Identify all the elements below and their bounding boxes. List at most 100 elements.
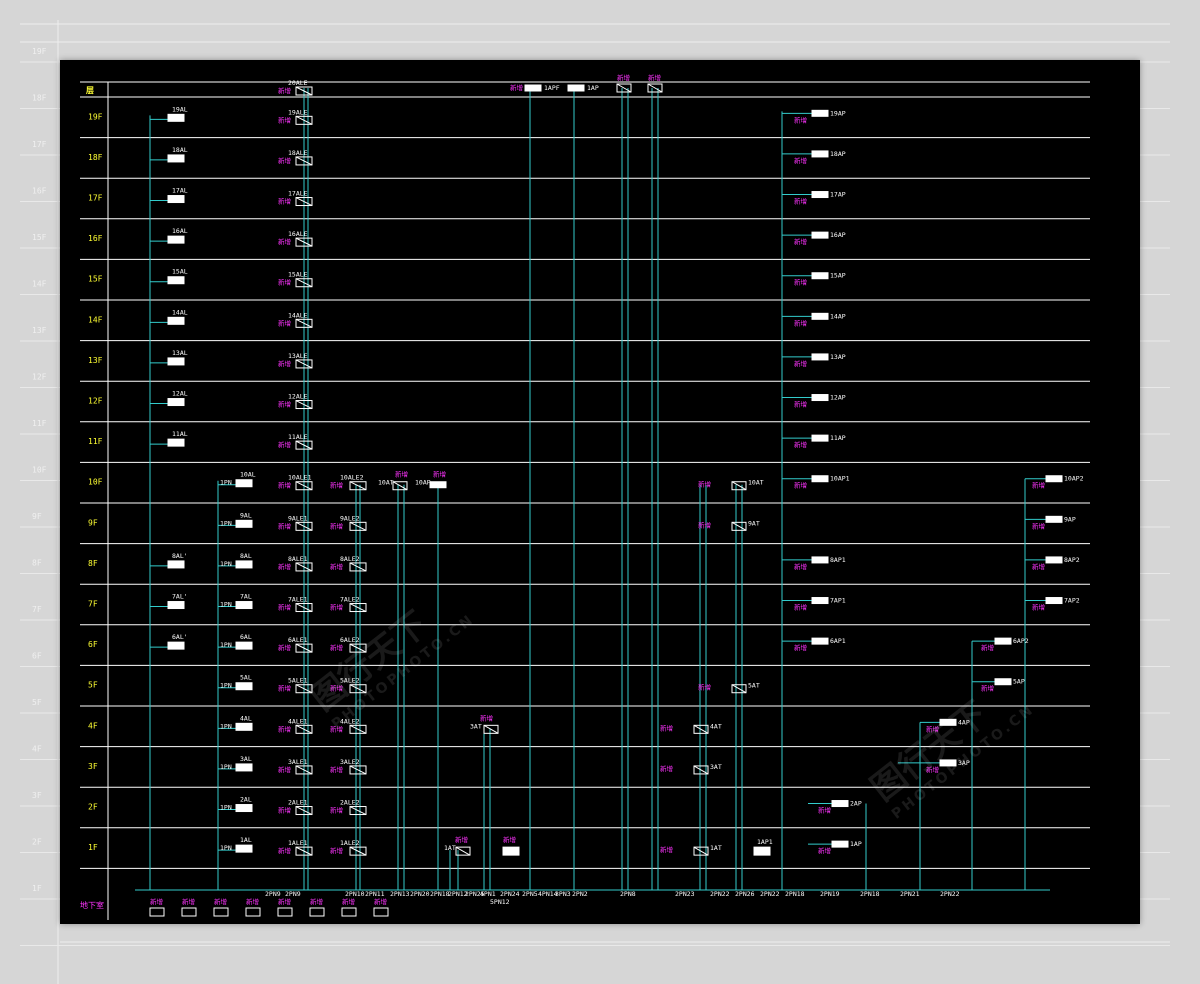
panel-box-diag <box>349 765 367 775</box>
panel-label: 3ALE2 <box>340 758 360 766</box>
panel-box <box>502 846 520 856</box>
panel-box <box>167 316 185 325</box>
panel-box-diag <box>392 481 408 491</box>
panel-box <box>235 682 253 691</box>
panel-label: 19AP <box>830 109 846 117</box>
bg-floor-label: 11F <box>32 419 47 428</box>
magenta-label: 新增 <box>1032 481 1045 490</box>
magenta-label: 新增 <box>617 73 630 82</box>
bg-floor-label: 10F <box>32 466 47 475</box>
bus-label: 2PN2 <box>572 890 588 898</box>
panel-label: 10AP2 <box>1064 475 1084 483</box>
panel-box <box>167 438 185 447</box>
panel-label: 8AL <box>240 552 252 560</box>
bus-label: 2PN19 <box>820 890 840 898</box>
magenta-label: 新增 <box>278 897 291 906</box>
magenta-label: 新增 <box>278 684 291 693</box>
panel-label: 17AL <box>172 187 188 195</box>
panel-box-diag <box>731 481 747 491</box>
panel-label: 6AL <box>240 633 252 641</box>
magenta-label: 新增 <box>330 603 343 612</box>
panel-label: 7ALE2 <box>340 596 360 604</box>
bus-label: 2PN23 <box>675 890 695 898</box>
magenta-label: 新增 <box>926 724 939 733</box>
bus-label: 2PN24 <box>500 890 520 898</box>
magenta-label: 新增 <box>278 521 291 530</box>
magenta-label: 新增 <box>794 156 807 165</box>
panel-prefix: 1PN <box>220 601 232 609</box>
floor-label: 5F <box>88 681 98 690</box>
panel-label: 4AT <box>710 722 722 730</box>
bus-label: 2PN18 <box>430 890 450 898</box>
bus-label: 4PN1 <box>480 890 496 898</box>
panel-label: 2AP <box>850 800 862 808</box>
panel-box-diag <box>616 83 632 93</box>
panel-label: 12AL <box>172 390 188 398</box>
magenta-label: 新增 <box>278 115 291 124</box>
panel-label: 1APF <box>544 84 560 92</box>
magenta-label: 新增 <box>330 684 343 693</box>
panel-label: 20ALE <box>288 79 308 87</box>
panel-box <box>811 272 829 280</box>
bus-label: 3PN3 <box>555 890 571 898</box>
magenta-label: 新增 <box>794 318 807 327</box>
panel-box <box>235 804 253 813</box>
magenta-label: 新增 <box>278 806 291 815</box>
panel-box <box>1045 475 1063 483</box>
floor-label: 13F <box>88 356 103 365</box>
bus-center-label: 5PN12 <box>490 898 510 906</box>
magenta-label: 新增 <box>330 481 343 490</box>
magenta-label: 新增 <box>981 643 994 652</box>
panel-label: 6AP1 <box>830 637 846 645</box>
panel-label: 7AL' <box>172 593 188 601</box>
panel-label: 9AL <box>240 511 252 519</box>
panel-label: 13ALE <box>288 352 308 360</box>
magenta-label: 新增 <box>794 440 807 449</box>
panel-label: 10ALE1 <box>288 474 312 482</box>
feeder-box <box>309 907 325 917</box>
panel-box <box>167 113 185 122</box>
panel-label: 1AP1 <box>757 838 773 846</box>
panel-label: 8ALE2 <box>340 555 360 563</box>
bus-label: 2PN21 <box>900 890 920 898</box>
panel-box <box>167 357 185 366</box>
panel-label: 11AP <box>830 434 846 442</box>
panel-label: 11ALE <box>288 433 308 441</box>
magenta-label: 新增 <box>794 481 807 490</box>
panel-box <box>994 637 1012 645</box>
riser-diagram-panel: 层 19F 18F 17F 16F 15F 14F 13F 12F 11F 10F 9F 8F 7F 6F 5… <box>60 60 1140 924</box>
panel-label: 3AL <box>240 755 252 763</box>
magenta-label: 新增 <box>342 897 355 906</box>
floor-label: 12F <box>88 397 103 406</box>
panel-label: 15AL <box>172 268 188 276</box>
magenta-label: 新增 <box>278 562 291 571</box>
magenta-label: 新增 <box>374 897 387 906</box>
panel-prefix: 1PN <box>220 641 232 649</box>
panel-box <box>235 641 253 650</box>
panel-label: 10AT <box>378 479 394 487</box>
panel-label: 1AP <box>850 840 862 848</box>
panel-box-diag <box>349 603 367 612</box>
bg-floor-label: 6F <box>32 652 42 661</box>
bg-floor-label: 9F <box>32 512 42 521</box>
bg-floor-label: 14F <box>32 280 47 289</box>
panel-box <box>939 759 957 767</box>
magenta-label: 新增 <box>330 765 343 774</box>
panel-box-diag <box>349 724 367 734</box>
bus-label: 2PN18 <box>785 890 805 898</box>
floor-label: 4F <box>88 721 98 730</box>
feeder-box <box>373 907 389 917</box>
bus-label: 2PN9 <box>285 890 301 898</box>
panel-box <box>831 840 849 848</box>
bus-label: 2PN5 <box>522 890 538 898</box>
panel-box-diag <box>349 562 367 572</box>
panel-label: 17ALE <box>288 190 308 198</box>
panel-label: 11AL <box>172 430 188 438</box>
magenta-label: 新增 <box>182 897 195 906</box>
panel-label: 19AL <box>172 105 188 113</box>
bg-floor-label: 13F <box>32 326 47 335</box>
panel-box <box>1045 556 1063 564</box>
panel-label: 14ALE <box>288 311 308 319</box>
magenta-label: 新增 <box>455 835 468 844</box>
panel-label: 13AL <box>172 349 188 357</box>
